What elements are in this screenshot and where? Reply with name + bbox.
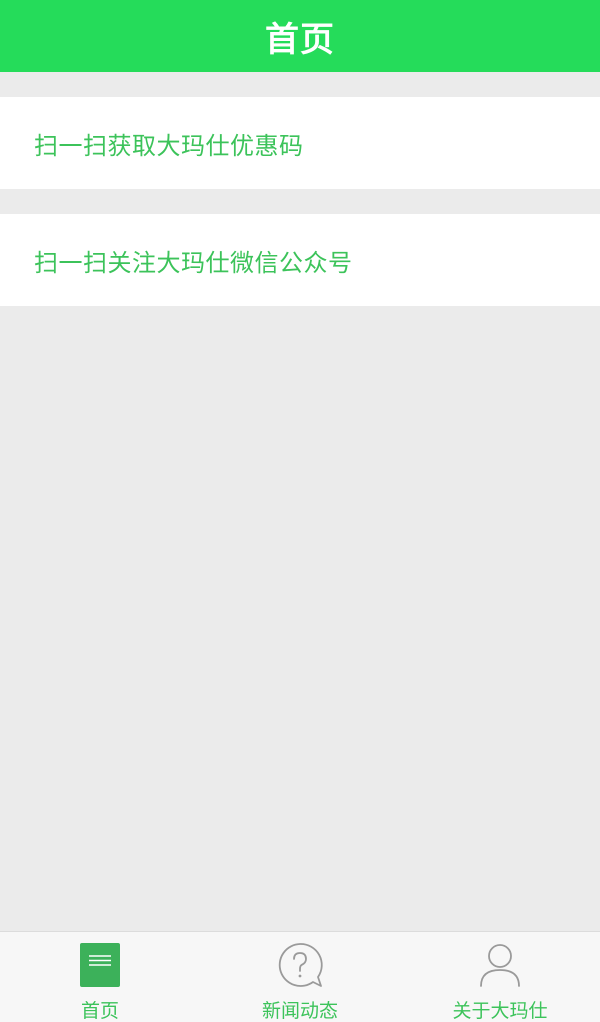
tab-news-label: 新闻动态 <box>261 1000 338 1022</box>
tab-about[interactable]: 关于大玛仕 <box>400 932 600 1022</box>
question-bubble-icon <box>277 942 323 988</box>
scan-coupon-item[interactable]: 扫一扫获取大玛仕优惠码 <box>0 97 600 189</box>
tab-news[interactable]: 新闻动态 <box>200 932 400 1022</box>
app-screen: 首页 扫一扫获取大玛仕优惠码 扫一扫关注大玛仕微信公众号 首页 新闻动态 关于大… <box>0 0 600 1022</box>
bottom-tab-bar: 首页 新闻动态 关于大玛仕 <box>0 931 600 1022</box>
tab-about-label: 关于大玛仕 <box>452 1000 548 1022</box>
scan-follow-wechat-item[interactable]: 扫一扫关注大玛仕微信公众号 <box>0 214 600 306</box>
scan-follow-wechat-label: 扫一扫关注大玛仕微信公众号 <box>34 248 353 277</box>
document-list-icon <box>77 942 123 988</box>
tab-home[interactable]: 首页 <box>0 932 200 1022</box>
tab-home-label: 首页 <box>80 1000 119 1022</box>
scan-coupon-label: 扫一扫获取大玛仕优惠码 <box>34 131 304 160</box>
page-title: 首页 <box>265 19 335 60</box>
header-bar: 首页 <box>0 0 600 72</box>
person-icon <box>477 942 523 988</box>
